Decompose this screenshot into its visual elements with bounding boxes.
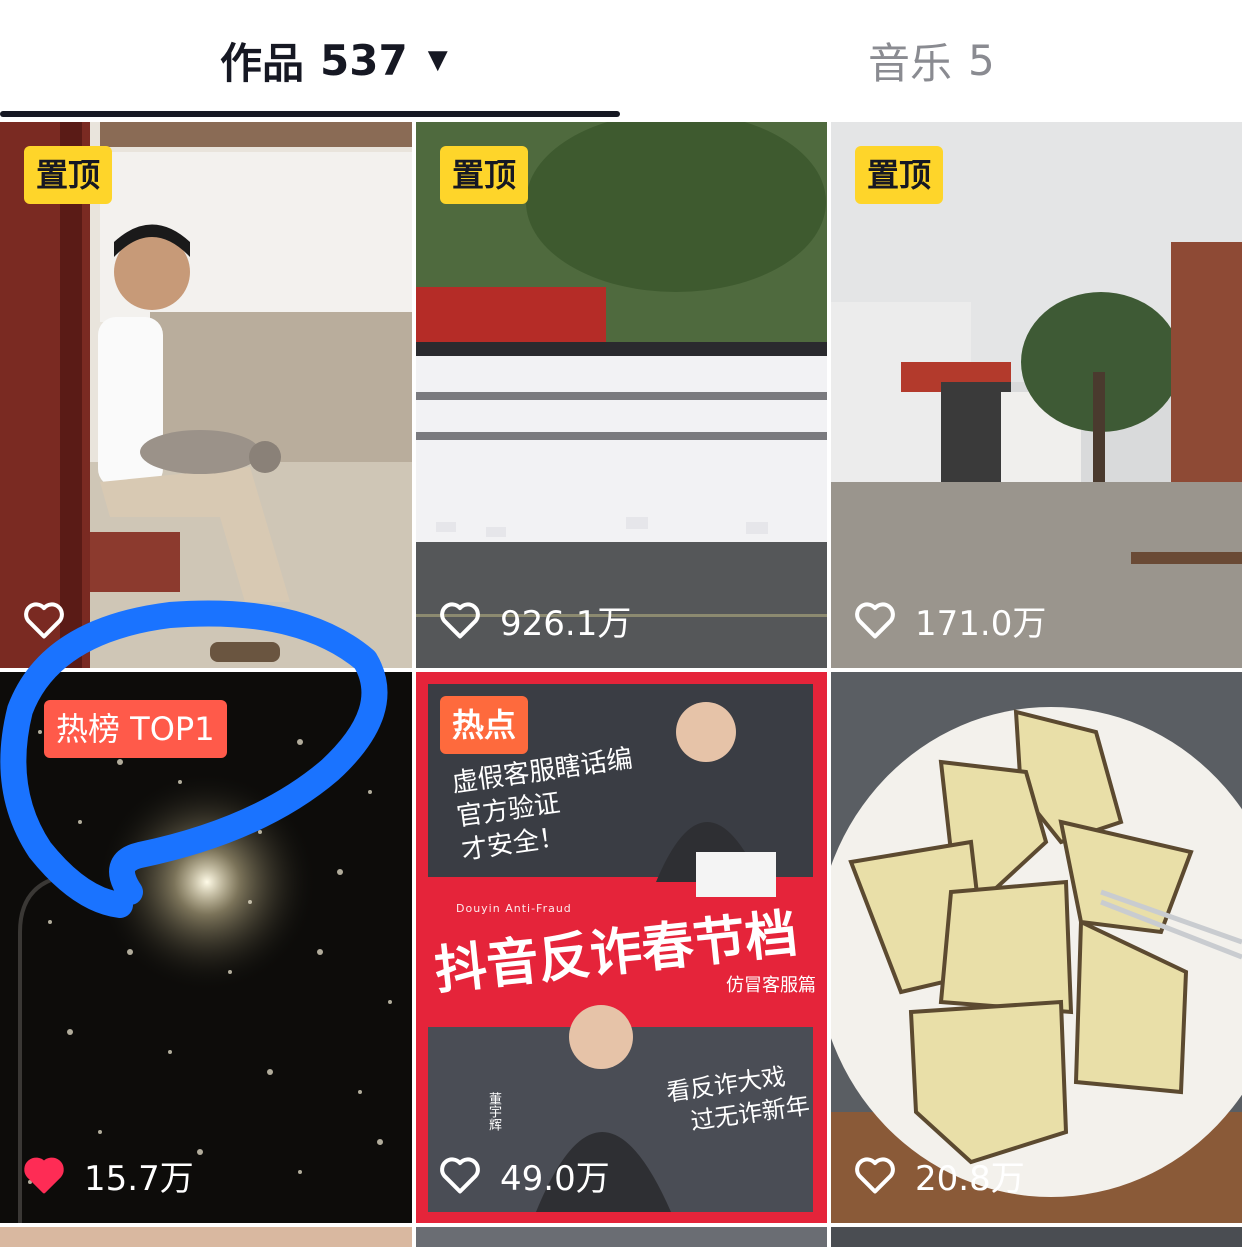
like-count-value: 171.0万	[915, 603, 1047, 644]
video-card[interactable]: 171.0万 置顶	[831, 122, 1242, 668]
like-count: 20.8万	[853, 1153, 1025, 1199]
like-count: 926.1万	[438, 598, 632, 644]
pinned-badge: 置顶	[24, 146, 113, 204]
like-count-value: 20.8万	[915, 1158, 1025, 1199]
pinned-badge: 置顶	[855, 146, 944, 204]
tab-works[interactable]: 作品 537 ▼	[220, 30, 448, 90]
poster-host-name: 董宇辉	[486, 1092, 501, 1131]
heart-outline-icon[interactable]	[853, 598, 897, 642]
poster-title-block: Douyin Anti-Fraud 抖音反诈春节档 仿冒客服篇	[432, 902, 816, 1002]
video-card[interactable]: Douyin Anti-Fraud 抖音反诈春节档 仿冒客服篇 虚假客服瞎话编 …	[416, 672, 827, 1223]
like-count	[22, 598, 84, 642]
tab-music[interactable]: 音乐 5	[868, 30, 995, 90]
poster-subtitle: 仿冒客服篇	[726, 975, 816, 996]
video-card[interactable]: 20.8万	[831, 672, 1242, 1223]
tab-works-count: 537	[320, 35, 408, 85]
like-count: 49.0万	[438, 1153, 610, 1199]
tab-music-label: 音乐	[868, 38, 953, 88]
heart-outline-icon[interactable]	[22, 598, 66, 642]
like-count-value: 49.0万	[500, 1158, 610, 1199]
tab-works-label: 作品	[220, 38, 305, 88]
video-grid: 置顶 926.1万 置顶 171.0万 置顶 热榜 TOP1 15.7万 Dou…	[0, 122, 1242, 1247]
hot-list-badge: 热榜 TOP1	[44, 700, 227, 758]
video-card[interactable]	[0, 1227, 412, 1247]
video-thumbnail	[831, 672, 1242, 1223]
video-card[interactable]	[831, 1227, 1242, 1247]
video-card[interactable]: 置顶	[0, 122, 412, 668]
video-card[interactable]: 热榜 TOP1 15.7万	[0, 672, 412, 1223]
active-tab-indicator	[0, 111, 620, 117]
like-count-value: 926.1万	[500, 603, 632, 644]
heart-filled-icon[interactable]	[22, 1153, 66, 1197]
trending-badge: 热点	[440, 696, 529, 754]
profile-tabs: 作品 537 ▼ 音乐 5	[0, 0, 1242, 118]
like-count-value: 15.7万	[84, 1158, 194, 1199]
heart-outline-icon[interactable]	[853, 1153, 897, 1197]
heart-outline-icon[interactable]	[438, 1153, 482, 1197]
tab-music-count: 5	[968, 35, 995, 85]
video-card[interactable]: 926.1万 置顶	[416, 122, 827, 668]
caret-down-icon[interactable]: ▼	[428, 45, 448, 75]
like-count: 171.0万	[853, 598, 1047, 644]
pinned-badge: 置顶	[440, 146, 529, 204]
heart-outline-icon[interactable]	[438, 598, 482, 642]
video-card[interactable]	[416, 1227, 827, 1247]
like-count: 15.7万	[22, 1153, 194, 1199]
